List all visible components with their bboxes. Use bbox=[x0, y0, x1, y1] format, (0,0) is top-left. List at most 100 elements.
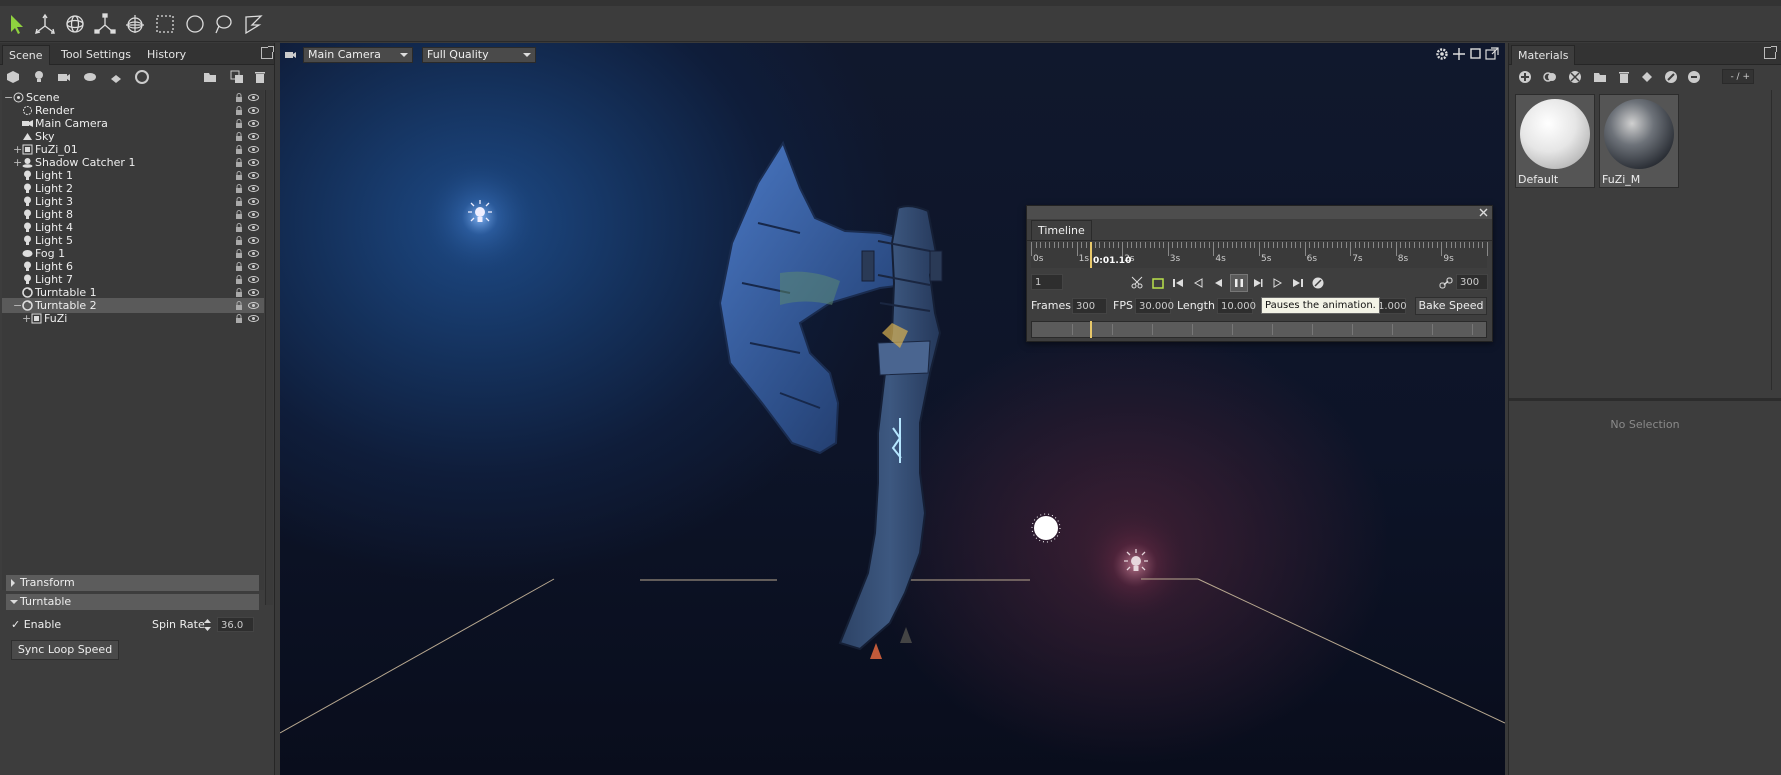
add-shadow-catcher-icon[interactable] bbox=[109, 70, 123, 84]
thumbnail-zoom-control[interactable]: - / + bbox=[1722, 69, 1754, 84]
timeline-track[interactable] bbox=[1031, 321, 1487, 338]
end-frame-field[interactable]: 300 bbox=[1456, 274, 1488, 290]
tab-materials[interactable]: Materials bbox=[1511, 45, 1576, 65]
checker-material-icon[interactable] bbox=[1568, 70, 1582, 84]
visibility-eye-icon[interactable] bbox=[248, 133, 259, 140]
current-frame-field[interactable]: 1 bbox=[1031, 274, 1063, 290]
lock-icon[interactable] bbox=[235, 275, 243, 284]
link-icon[interactable] bbox=[1439, 276, 1453, 290]
bake-speed-button[interactable]: Bake Speed bbox=[1415, 297, 1487, 315]
box-select-icon[interactable] bbox=[152, 12, 178, 36]
popout-icon[interactable] bbox=[261, 46, 274, 59]
move-tool-icon[interactable] bbox=[32, 12, 58, 36]
visibility-eye-icon[interactable] bbox=[248, 250, 259, 257]
add-object-icon[interactable] bbox=[6, 70, 20, 84]
pause-button[interactable] bbox=[1230, 274, 1248, 292]
select-tool-icon[interactable] bbox=[4, 12, 30, 36]
lock-icon[interactable] bbox=[235, 249, 243, 258]
skip-to-end-icon[interactable] bbox=[1291, 276, 1305, 290]
play-icon[interactable] bbox=[1251, 276, 1265, 290]
lock-icon[interactable] bbox=[235, 262, 243, 271]
transform-tool-icon[interactable] bbox=[122, 12, 148, 36]
sync-loop-speed-button[interactable]: Sync Loop Speed bbox=[11, 640, 119, 660]
lock-icon[interactable] bbox=[235, 197, 243, 206]
folder-icon[interactable] bbox=[1593, 70, 1607, 84]
track-playhead[interactable] bbox=[1090, 321, 1092, 338]
fps-field[interactable]: 30.000 bbox=[1135, 298, 1174, 314]
lock-icon[interactable] bbox=[235, 106, 243, 115]
visibility-eye-icon[interactable] bbox=[248, 94, 259, 101]
axe-model[interactable] bbox=[718, 140, 943, 659]
play-reverse-icon[interactable] bbox=[1211, 276, 1225, 290]
lock-icon[interactable] bbox=[235, 288, 243, 297]
add-turntable-icon[interactable] bbox=[135, 70, 149, 84]
lock-icon[interactable] bbox=[235, 314, 243, 323]
rotate-tool-icon[interactable] bbox=[62, 12, 88, 36]
lock-icon[interactable] bbox=[235, 184, 243, 193]
lock-icon[interactable] bbox=[235, 119, 243, 128]
lock-icon[interactable] bbox=[235, 171, 243, 180]
spin-rate-field[interactable]: 36.0 bbox=[217, 617, 254, 632]
scene-tree-scrollbar[interactable] bbox=[265, 90, 273, 605]
visibility-eye-icon[interactable] bbox=[248, 315, 259, 322]
visibility-eye-icon[interactable] bbox=[248, 198, 259, 205]
lock-icon[interactable] bbox=[235, 93, 243, 102]
visibility-eye-icon[interactable] bbox=[248, 185, 259, 192]
visibility-eye-icon[interactable] bbox=[248, 159, 259, 166]
record-icon[interactable] bbox=[1311, 276, 1325, 290]
visibility-eye-icon[interactable] bbox=[248, 172, 259, 179]
material-default[interactable]: Default bbox=[1515, 94, 1595, 188]
frames-field[interactable]: 300 bbox=[1072, 298, 1107, 314]
loop-icon[interactable] bbox=[1151, 276, 1165, 290]
visibility-eye-icon[interactable] bbox=[248, 276, 259, 283]
materials-scrollbar[interactable] bbox=[1771, 90, 1779, 390]
3d-viewport[interactable]: Main Camera Full Quality Timeline 0s 1s … bbox=[280, 43, 1505, 775]
visibility-eye-icon[interactable] bbox=[248, 289, 259, 296]
material-picker-icon[interactable] bbox=[1664, 70, 1678, 84]
visibility-eye-icon[interactable] bbox=[248, 211, 259, 218]
visibility-eye-icon[interactable] bbox=[248, 120, 259, 127]
add-material-icon[interactable] bbox=[1518, 70, 1532, 84]
add-fog-icon[interactable] bbox=[83, 70, 97, 84]
enable-checkbox[interactable]: ✓ Enable bbox=[11, 618, 61, 631]
close-icon[interactable] bbox=[1479, 208, 1488, 217]
popout-icon[interactable] bbox=[1764, 46, 1777, 59]
expand-icon[interactable]: + bbox=[22, 311, 31, 326]
tab-history[interactable]: History bbox=[141, 45, 192, 65]
panel-splitter[interactable] bbox=[1509, 398, 1781, 401]
turntable-section-header[interactable]: Turntable bbox=[6, 594, 259, 610]
sun-light-icon[interactable] bbox=[1031, 513, 1061, 543]
visibility-eye-icon[interactable] bbox=[248, 146, 259, 153]
paint-bucket-icon[interactable] bbox=[1640, 70, 1654, 84]
scissors-icon[interactable] bbox=[1131, 276, 1145, 290]
visibility-eye-icon[interactable] bbox=[248, 107, 259, 114]
lock-icon[interactable] bbox=[235, 132, 243, 141]
step-back-icon[interactable] bbox=[1191, 276, 1205, 290]
transform-section-header[interactable]: Transform bbox=[6, 575, 259, 591]
step-forward-icon[interactable] bbox=[1271, 276, 1285, 290]
scale-tool-icon[interactable] bbox=[92, 12, 118, 36]
new-group-icon[interactable] bbox=[203, 70, 217, 84]
lock-icon[interactable] bbox=[235, 210, 243, 219]
tree-row-fuzi[interactable]: + FuZi bbox=[2, 311, 264, 326]
duplicate-material-icon[interactable] bbox=[1543, 70, 1557, 84]
tab-tool-settings[interactable]: Tool Settings bbox=[55, 45, 137, 65]
tab-timeline[interactable]: Timeline bbox=[1031, 220, 1092, 240]
circle-select-icon[interactable] bbox=[182, 12, 208, 36]
delete-material-icon[interactable] bbox=[1617, 70, 1631, 84]
visibility-eye-icon[interactable] bbox=[248, 237, 259, 244]
visibility-eye-icon[interactable] bbox=[248, 302, 259, 309]
paint-select-icon[interactable] bbox=[240, 12, 266, 36]
skip-to-start-icon[interactable] bbox=[1171, 276, 1185, 290]
lock-icon[interactable] bbox=[235, 145, 243, 154]
tab-scene[interactable]: Scene bbox=[2, 45, 50, 65]
lock-icon[interactable] bbox=[235, 223, 243, 232]
length-field[interactable]: 10.000 bbox=[1217, 298, 1256, 314]
timeline-titlebar[interactable] bbox=[1027, 206, 1492, 219]
lock-icon[interactable] bbox=[235, 236, 243, 245]
spin-rate-stepper-icon[interactable] bbox=[203, 617, 212, 633]
lock-icon[interactable] bbox=[235, 301, 243, 310]
add-camera-icon[interactable] bbox=[57, 70, 71, 84]
visibility-eye-icon[interactable] bbox=[248, 263, 259, 270]
material-fuzi-m[interactable]: FuZi_M bbox=[1599, 94, 1679, 188]
